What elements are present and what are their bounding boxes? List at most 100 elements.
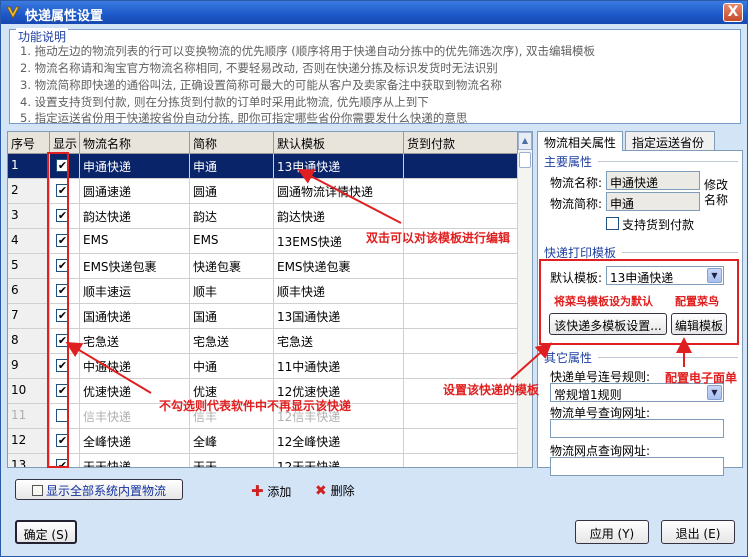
cod-cell [404,204,518,228]
name-cell[interactable]: 宅急送 [80,329,190,353]
name-field[interactable]: 申通快递 [606,171,700,190]
table-row[interactable]: 13 天天快递 天天 12天天快递 ✔ [8,454,518,467]
template-cell[interactable]: 11中通快递 [274,354,404,378]
x-icon: ✖ [315,483,327,499]
template-cell[interactable]: 韵达快递 [274,204,404,228]
other-title: 其它属性 [544,351,593,365]
add-button[interactable]: ✚ 添加 [251,482,291,500]
template-cell[interactable]: 12全峰快递 [274,429,404,453]
row-number: 6 [8,279,50,303]
row-number: 9 [8,354,50,378]
short-cell: 国通 [190,304,274,328]
name-cell[interactable]: EMS [80,229,190,253]
template-cell[interactable]: 圆通物流详情快递 [274,179,404,203]
cod-cell [404,304,518,328]
site-url-input[interactable] [550,457,724,476]
tab-provinces[interactable]: 指定运送省份 [625,131,715,151]
table-row[interactable]: 2 圆通速递 圆通 圆通物流详情快递 ✔ [8,179,518,204]
main-props-title: 主要属性 [544,155,593,169]
header-show[interactable]: 显示 [50,132,80,154]
delete-label: 删除 [330,484,355,498]
header-cod[interactable]: 货到付款 [404,132,518,154]
short-cell: 天天 [190,454,274,467]
template-cell[interactable]: 12天天快递 [274,454,404,467]
ok-button[interactable]: 确定 (S) [15,520,77,544]
table-row[interactable]: 1 申通快递 申通 13申通快递 ✔ [8,154,518,179]
cod-cell [404,329,518,353]
modify-name-link[interactable]: 修改名称 [704,178,732,208]
app-logo-icon [6,6,20,19]
cod-cell [404,354,518,378]
row-number: 11 [8,404,50,428]
scroll-up-icon[interactable]: ▲ [518,132,532,150]
scroll-thumb[interactable] [519,152,531,168]
template-cell[interactable]: 13国通快递 [274,304,404,328]
divider [622,252,738,253]
short-cell: 快递包裹 [190,254,274,278]
row-number: 3 [8,204,50,228]
title-bar[interactable]: 快递属性设置 X [1,1,747,24]
annotation-uncheck: 不勾选则代表软件中不再显示该快递 [159,399,352,413]
name-cell[interactable]: EMS快递包裹 [80,254,190,278]
table-row[interactable]: 12 全峰快递 全峰 12全峰快递 ✔ [8,429,518,454]
add-label: 添加 [267,485,292,499]
row-number: 7 [8,304,50,328]
rule-value: 常规增1规则 [554,388,622,402]
short-cell: 顺丰 [190,279,274,303]
short-cell: 中通 [190,354,274,378]
cod-cell [404,429,518,453]
exit-button[interactable]: 退出 (E) [661,520,735,544]
divider [598,357,738,358]
template-cell[interactable]: 宅急送 [274,329,404,353]
name-cell[interactable]: 韵达快递 [80,204,190,228]
annotation-set-multi: 设置该快递的模板 [443,383,540,397]
chevron-down-icon[interactable]: ▼ [707,385,722,400]
short-label: 物流简称: [550,197,603,211]
table-row[interactable]: 8 宅急送 宅急送 宅急送 ✔ [8,329,518,354]
window-title: 快递属性设置 [25,9,104,24]
annotation-config-ebill: 配置电子面单 [665,371,738,385]
courier-grid[interactable]: 序号 显示 物流名称 简称 默认模板 货到付款 1 申通快递 申通 13申通快递 ✔ 2 圆… [7,131,533,468]
name-cell[interactable]: 圆通速递 [80,179,190,203]
name-cell[interactable]: 天天快递 [80,454,190,467]
annotation-cainiao: 将菜鸟模板设为默认 [554,295,653,308]
header-no[interactable]: 序号 [8,132,50,154]
row-number: 8 [8,329,50,353]
vertical-scrollbar[interactable] [518,150,532,467]
row-number: 10 [8,379,50,403]
close-button[interactable]: X [723,3,743,22]
row-number: 2 [8,179,50,203]
name-cell[interactable]: 国通快递 [80,304,190,328]
name-cell[interactable]: 申通快递 [80,154,190,178]
table-row[interactable]: 9 中通快递 中通 11中通快递 ✔ [8,354,518,379]
template-cell[interactable]: 顺丰快递 [274,279,404,303]
table-row[interactable]: 5 EMS快递包裹 快递包裹 EMS快递包裹 ✔ [8,254,518,279]
row-number: 1 [8,154,50,178]
tab-courier-properties[interactable]: 物流相关属性 [537,131,623,151]
table-row[interactable]: 7 国通快递 国通 13国通快递 ✔ [8,304,518,329]
cod-checkbox[interactable] [606,217,619,230]
row-number: 4 [8,229,50,253]
plus-icon: ✚ [251,482,264,500]
apply-button[interactable]: 应用 (Y) [575,520,649,544]
header-name[interactable]: 物流名称 [80,132,190,154]
name-cell[interactable]: 中通快递 [80,354,190,378]
name-cell[interactable]: 全峰快递 [80,429,190,453]
header-template[interactable]: 默认模板 [274,132,404,154]
template-cell[interactable]: EMS快递包裹 [274,254,404,278]
info-line-4: 4. 设置支持货到付款, 则在分拣货到付款的订单时采用此物流, 优先顺序从上到下 [20,95,429,109]
annotation-config-cainiao: 配置菜鸟 [675,295,719,308]
short-field[interactable]: 申通 [606,192,700,211]
properties-window: 快递属性设置 X 功能说明 1. 拖动左边的物流列表的行可以变换物流的优先顺序 … [0,0,748,557]
name-cell[interactable]: 顺丰速运 [80,279,190,303]
show-all-label: 显示全部系统内置物流 [45,484,166,498]
annotation-dblclick: 双击可以对该模板进行编辑 [366,231,511,245]
header-short[interactable]: 简称 [190,132,274,154]
template-cell[interactable]: 13申通快递 [274,154,404,178]
query-url-input[interactable] [550,419,724,438]
show-all-button[interactable]: 显示全部系统内置物流 [15,479,183,500]
delete-button[interactable]: ✖ 删除 [315,482,355,499]
table-row[interactable]: 6 顺丰速运 顺丰 顺丰快递 ✔ [8,279,518,304]
cod-cell [404,254,518,278]
table-row[interactable]: 3 韵达快递 韵达 韵达快递 ✔ [8,204,518,229]
